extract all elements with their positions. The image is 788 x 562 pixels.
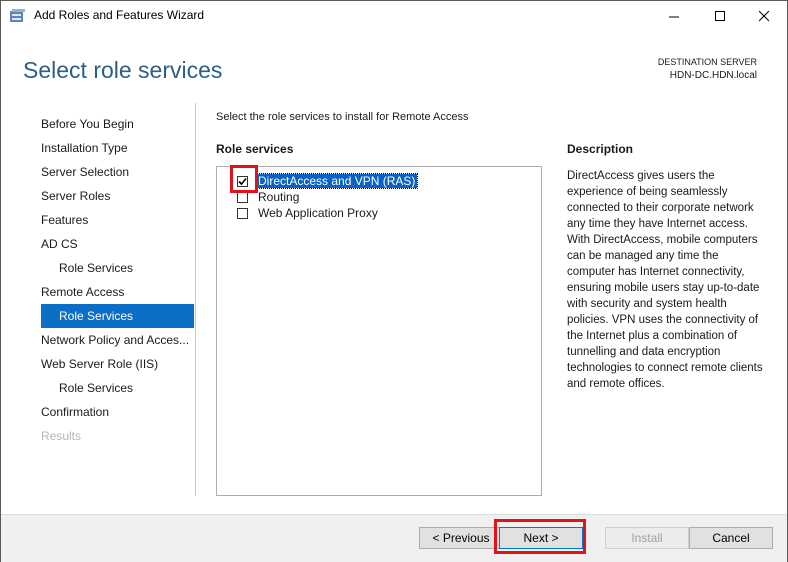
nav-item-confirmation[interactable]: Confirmation bbox=[41, 400, 194, 424]
nav-item-server-roles[interactable]: Server Roles bbox=[41, 184, 194, 208]
routing-checkbox[interactable] bbox=[237, 191, 248, 203]
nav-item-features[interactable]: Features bbox=[41, 208, 194, 232]
maximize-button[interactable] bbox=[697, 1, 743, 31]
role-service-item-web-application-proxy[interactable]: Web Application Proxy bbox=[237, 205, 380, 221]
previous-button[interactable]: < Previous bbox=[419, 527, 503, 549]
web-application-proxy-label[interactable]: Web Application Proxy bbox=[256, 206, 380, 220]
nav-item-ad-cs-role-services[interactable]: Role Services bbox=[41, 256, 194, 280]
nav-item-remote-access[interactable]: Remote Access bbox=[41, 280, 194, 304]
instruction-text: Select the role services to install for … bbox=[216, 111, 469, 123]
checkbox-highlight-annotation bbox=[230, 165, 258, 193]
role-service-item-directaccess-vpn[interactable]: DirectAccess and VPN (RAS) bbox=[237, 173, 419, 189]
minimize-icon bbox=[668, 16, 679, 17]
destination-server-name: HDN-DC.HDN.local bbox=[669, 70, 757, 81]
role-description: DirectAccess gives users the experience … bbox=[567, 170, 763, 390]
server-manager-icon bbox=[10, 9, 25, 22]
minimize-button[interactable] bbox=[651, 1, 697, 31]
nav-item-network-policy[interactable]: Network Policy and Acces... bbox=[41, 328, 194, 352]
nav-item-server-selection[interactable]: Server Selection bbox=[41, 160, 194, 184]
nav-item-results: Results bbox=[41, 429, 82, 443]
description-heading: Description bbox=[567, 142, 634, 156]
wizard-nav: Before You Begin Installation Type Serve… bbox=[41, 112, 194, 448]
title-bar[interactable]: Add Roles and Features Wizard bbox=[1, 1, 787, 31]
nav-item-remote-access-role-services[interactable]: Role Services bbox=[41, 304, 194, 328]
page-title: Select role services bbox=[23, 57, 223, 83]
routing-label[interactable]: Routing bbox=[256, 190, 301, 204]
nav-item-web-server-role[interactable]: Web Server Role (IIS) bbox=[41, 352, 194, 376]
role-services-list[interactable]: DirectAccess and VPN (RAS) Routing Web A… bbox=[216, 166, 542, 496]
next-button-highlight-annotation bbox=[494, 519, 586, 554]
close-icon bbox=[758, 10, 769, 21]
nav-item-ad-cs[interactable]: AD CS bbox=[41, 232, 194, 256]
close-button[interactable] bbox=[741, 1, 787, 31]
wizard-footer: < Previous Next > Install Cancel bbox=[1, 514, 787, 562]
directaccess-vpn-label[interactable]: DirectAccess and VPN (RAS) bbox=[254, 173, 419, 189]
role-services-heading: Role services bbox=[216, 142, 294, 156]
maximize-icon bbox=[714, 10, 725, 21]
nav-item-installation-type[interactable]: Installation Type bbox=[41, 136, 194, 160]
nav-item-before-you-begin[interactable]: Before You Begin bbox=[41, 112, 194, 136]
web-application-proxy-checkbox[interactable] bbox=[237, 207, 248, 219]
install-button: Install bbox=[605, 527, 689, 549]
nav-item-iis-role-services[interactable]: Role Services bbox=[41, 376, 194, 400]
nav-divider bbox=[195, 103, 196, 496]
window-title: Add Roles and Features Wizard bbox=[34, 8, 205, 22]
cancel-button[interactable]: Cancel bbox=[689, 527, 773, 549]
destination-server-label: DESTINATION SERVER bbox=[657, 57, 757, 67]
wizard-window: Add Roles and Features Wizard Select rol… bbox=[0, 0, 788, 562]
